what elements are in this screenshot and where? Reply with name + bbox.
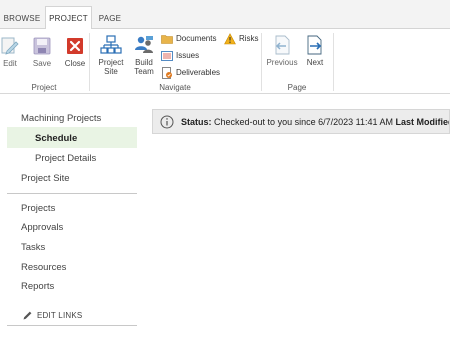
deliverables-button[interactable]: Deliverables xyxy=(161,66,220,79)
edit-links-label: EDIT LINKS xyxy=(37,311,83,320)
pencil-icon xyxy=(23,311,32,320)
previous-page-icon xyxy=(271,34,293,56)
risks-label: Risks xyxy=(239,34,259,43)
close-label: Close xyxy=(64,59,86,68)
project-site-button[interactable]: Project Site xyxy=(96,34,126,76)
folder-icon xyxy=(161,33,173,45)
tab-browse[interactable]: BROWSE xyxy=(0,7,44,29)
tab-page[interactable]: PAGE xyxy=(95,7,125,29)
close-button[interactable]: Close xyxy=(62,35,88,68)
save-label: Save xyxy=(32,59,52,68)
group-label-page: Page xyxy=(287,83,307,92)
status-bar: Status: Checked-out to you since 6/7/202… xyxy=(152,109,450,134)
project-site-label-1: Project xyxy=(98,58,124,67)
status-value: Checked-out to you since 6/7/2023 11:41 … xyxy=(214,116,393,127)
warning-icon xyxy=(224,32,236,45)
previous-button[interactable]: Previous xyxy=(264,34,300,67)
status-text: Status: Checked-out to you since 6/7/202… xyxy=(181,116,450,127)
next-label: Next xyxy=(306,58,324,67)
edit-label: Edit xyxy=(3,59,17,68)
tab-project[interactable]: PROJECT xyxy=(45,6,92,30)
group-label-project: Project xyxy=(31,83,57,92)
nav-item-project-details[interactable]: Project Details xyxy=(35,153,96,164)
issues-label: Issues xyxy=(176,51,200,60)
nav-item-project-site[interactable]: Project Site xyxy=(21,173,70,184)
nav-item-resources[interactable]: Resources xyxy=(21,262,66,273)
issues-list-icon xyxy=(161,50,173,62)
build-team-button[interactable]: Build Team xyxy=(131,34,157,76)
nav-item-projects[interactable]: Projects xyxy=(21,203,55,214)
edit-links-button[interactable]: EDIT LINKS xyxy=(22,310,82,321)
nav-item-machining-projects[interactable]: Machining Projects xyxy=(21,113,101,124)
next-page-icon xyxy=(304,34,326,56)
status-label: Status: xyxy=(181,116,212,127)
previous-label: Previous xyxy=(266,58,298,67)
deliverables-label: Deliverables xyxy=(176,68,221,77)
next-button[interactable]: Next xyxy=(302,34,328,67)
documents-label: Documents xyxy=(176,34,217,43)
edit-button[interactable]: Edit xyxy=(0,35,20,68)
sitemap-icon xyxy=(100,34,122,56)
last-modified-label: Last Modified xyxy=(395,116,450,127)
group-separator xyxy=(333,33,334,91)
close-icon xyxy=(64,35,86,57)
issues-button[interactable]: Issues xyxy=(161,49,199,62)
save-button[interactable]: Save xyxy=(31,35,53,68)
nav-item-reports[interactable]: Reports xyxy=(21,281,54,292)
info-icon xyxy=(160,115,174,128)
documents-button[interactable]: Documents xyxy=(161,32,216,45)
build-team-label-2: Team xyxy=(134,67,154,76)
team-icon xyxy=(133,34,155,56)
edit-page-icon xyxy=(0,35,21,57)
risks-button[interactable]: Risks xyxy=(224,32,259,45)
group-label-navigate: Navigate xyxy=(159,83,191,92)
ribbon: Edit Save Close Project Project Site Bui… xyxy=(0,29,450,94)
ribbon-tab-bar: BROWSE PROJECT PAGE xyxy=(0,0,450,30)
nav-item-approvals[interactable]: Approvals xyxy=(21,222,63,233)
project-site-label-2: Site xyxy=(104,67,118,76)
build-team-label-1: Build xyxy=(135,58,153,67)
nav-divider xyxy=(7,325,137,326)
nav-divider xyxy=(7,193,137,194)
nav-item-tasks[interactable]: Tasks xyxy=(21,242,45,253)
save-icon xyxy=(31,35,53,57)
nav-item-schedule[interactable]: Schedule xyxy=(35,133,77,144)
deliverables-icon xyxy=(161,66,173,79)
